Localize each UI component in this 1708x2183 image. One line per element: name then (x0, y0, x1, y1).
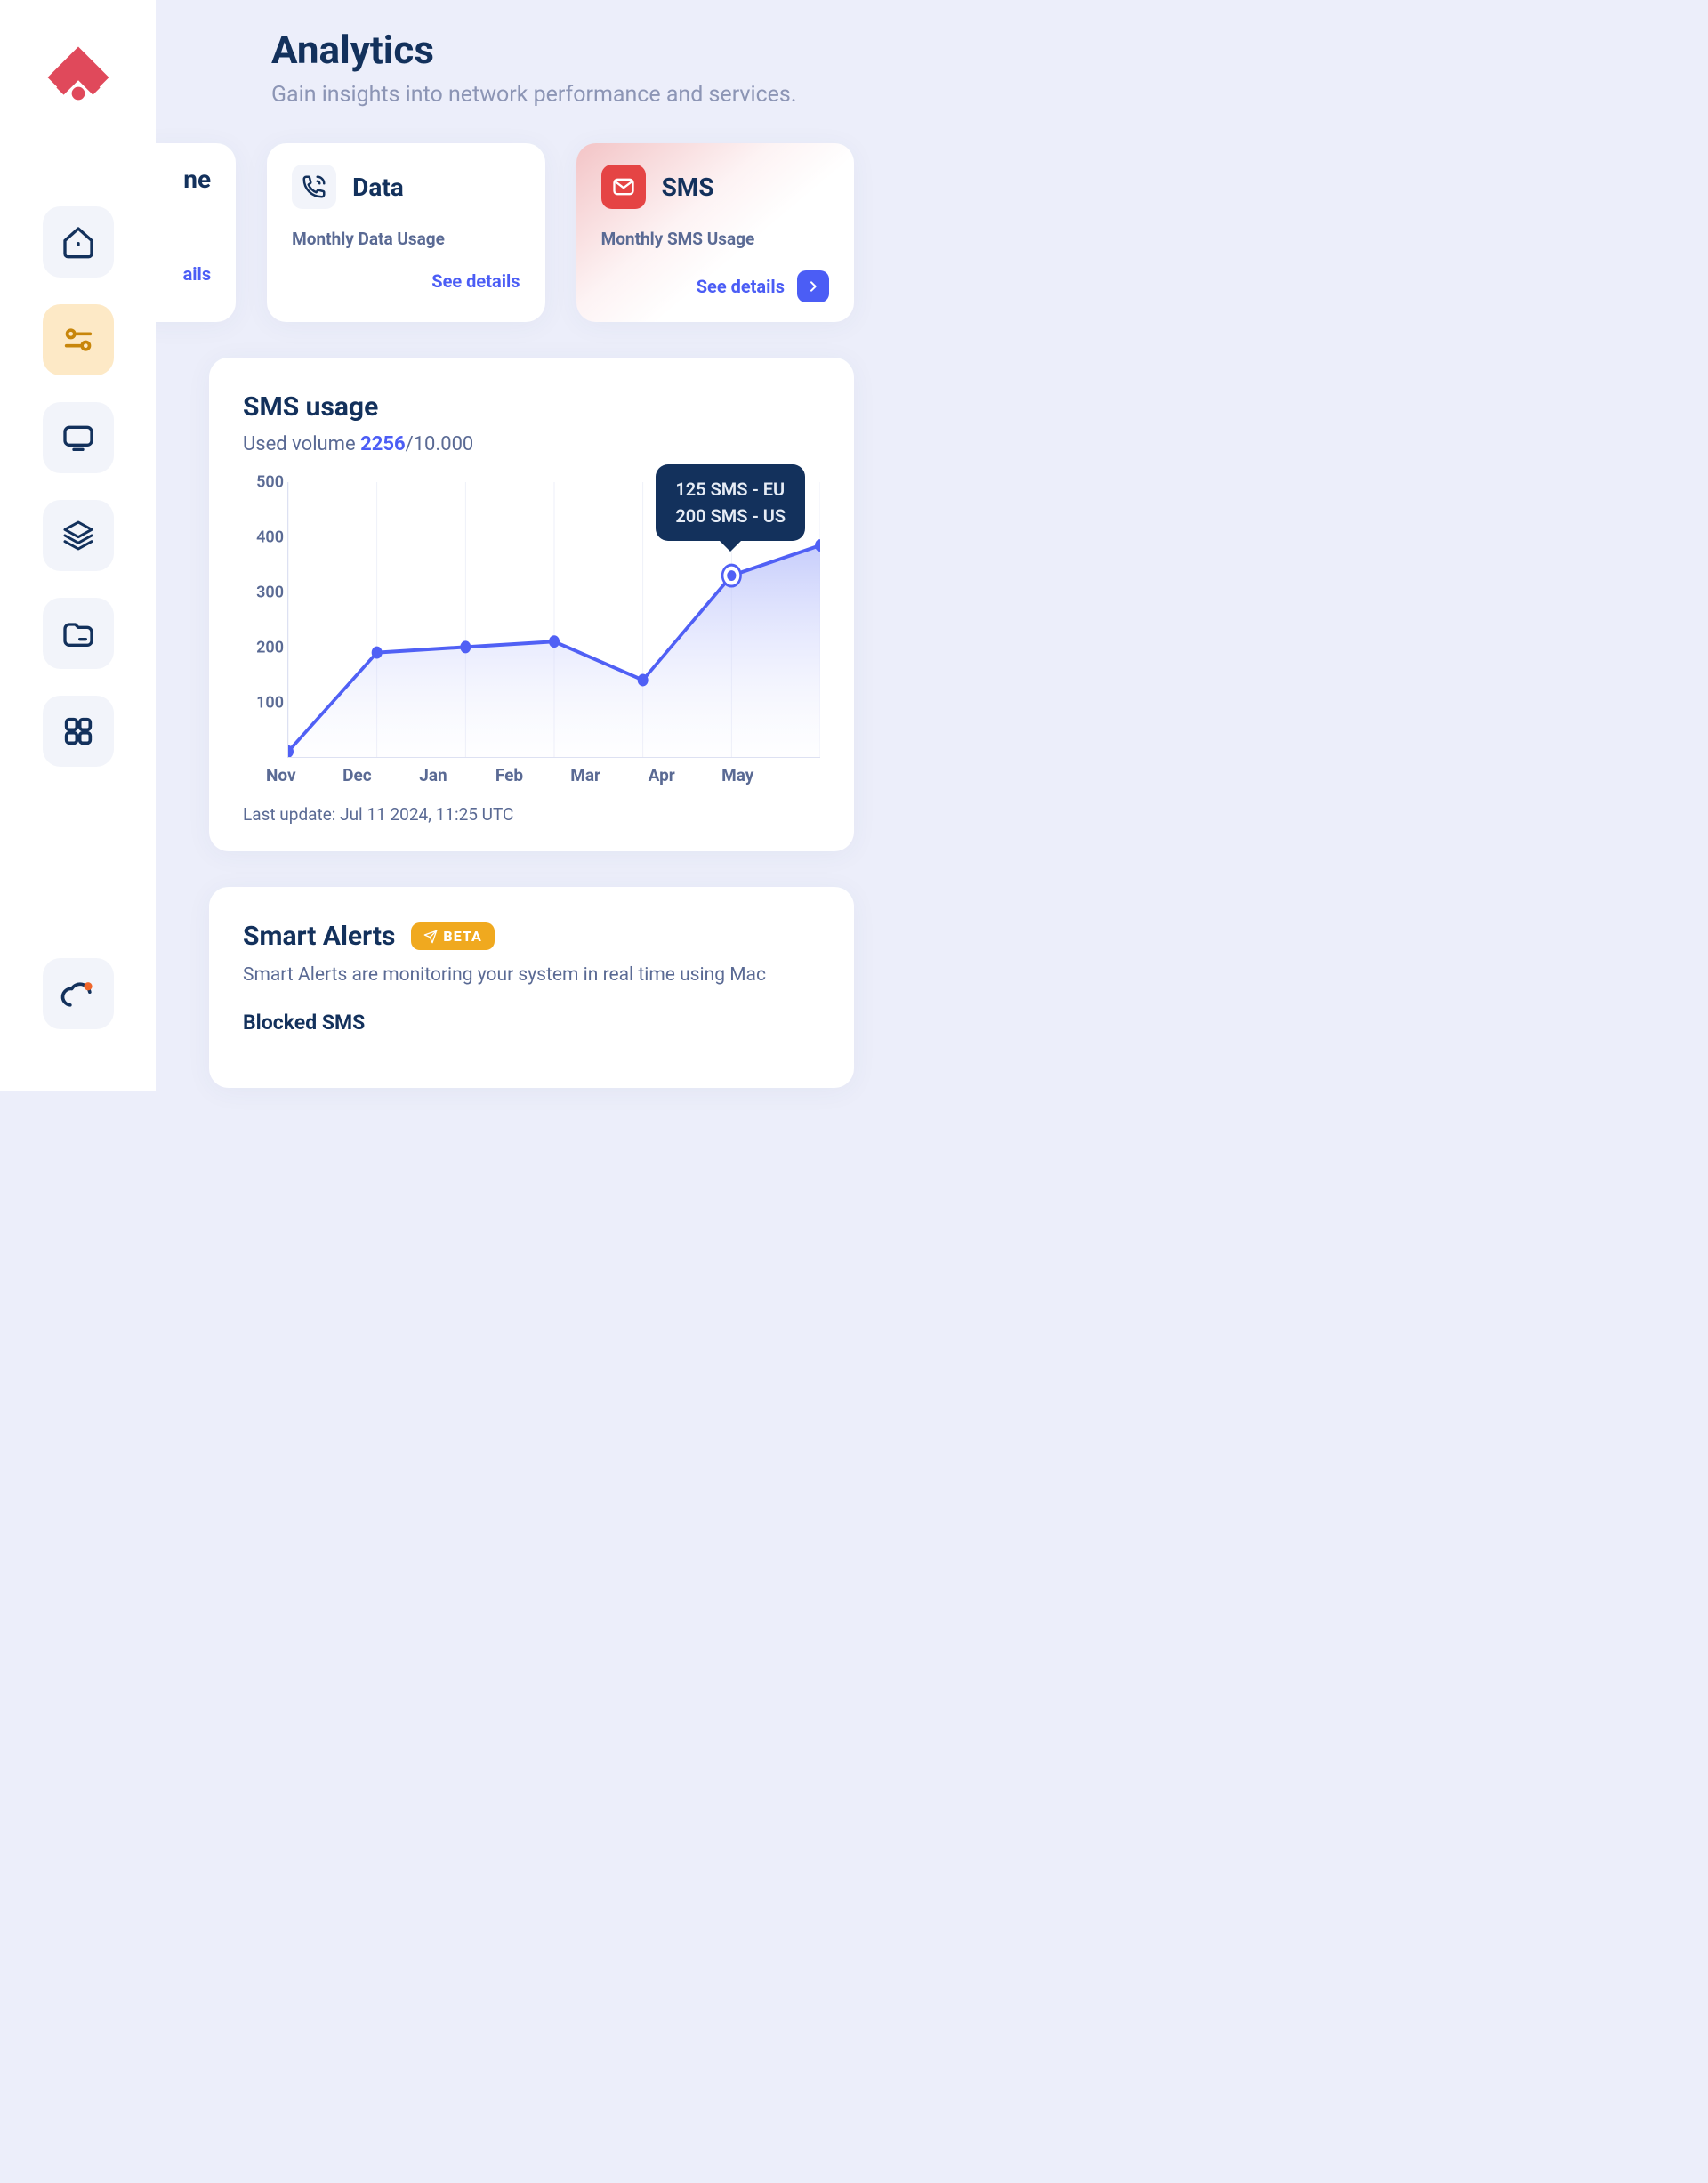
envelope-icon (601, 165, 646, 209)
main-content: Analytics Gain insights into network per… (156, 0, 854, 1088)
phone-icon (292, 165, 336, 209)
nav-monitor[interactable] (43, 402, 114, 473)
sliders-icon (60, 322, 96, 358)
smart-alerts-panel: Smart Alerts BETA Smart Alerts are monit… (209, 887, 854, 1088)
chart-y-tick: 300 (256, 584, 284, 602)
chart-tooltip-line2: 200 SMS - US (675, 505, 786, 527)
card-airtime-title-fragment: ne (183, 165, 211, 194)
card-sms-subtitle: Monthly SMS Usage (601, 229, 829, 249)
send-icon (423, 930, 438, 944)
chart-y-tick: 400 (256, 528, 284, 547)
card-data-subtitle: Monthly Data Usage (292, 229, 520, 249)
sms-usage-last-update: Last update: Jul 11 2024, 11:25 UTC (243, 804, 820, 825)
sms-usage-used-value: 2256 (360, 433, 406, 455)
card-airtime-details-fragment[interactable]: ails (183, 263, 212, 285)
beta-badge-label: BETA (443, 928, 481, 945)
sms-usage-sub-prefix: Used volume (243, 433, 360, 455)
folder-icon (60, 616, 96, 651)
beta-badge: BETA (411, 922, 494, 950)
summary-cards-row: ne ails Data Monthly Data Usage (131, 143, 854, 322)
apps-icon (60, 713, 96, 749)
cloud-notification-icon (59, 974, 98, 1013)
chevron-right-icon (806, 279, 820, 294)
page-title: Analytics (271, 27, 854, 73)
chart-x-tick: Jan (395, 765, 471, 785)
sms-usage-subtitle: Used volume 2256/10.000 (243, 433, 820, 455)
blocked-sms-title: Blocked SMS (243, 1011, 820, 1035)
sidebar (0, 0, 156, 1092)
nav-apps[interactable] (43, 696, 114, 767)
smart-alerts-title: Smart Alerts (243, 921, 395, 952)
nav-home[interactable] (43, 206, 114, 278)
card-sms-title: SMS (662, 173, 714, 202)
sms-usage-title: SMS usage (243, 391, 820, 423)
chart-tooltip: 125 SMS - EU 200 SMS - US (656, 464, 805, 541)
chart-y-tick: 100 (256, 694, 284, 713)
home-icon (60, 224, 96, 260)
logo-icon (42, 41, 115, 114)
monitor-icon (60, 420, 96, 455)
card-data[interactable]: Data Monthly Data Usage See details (267, 143, 544, 322)
nav-cloud[interactable] (43, 958, 114, 1029)
chart-x-tick: Nov (243, 765, 319, 785)
chart-y-tick: 200 (256, 639, 284, 657)
chart-y-tick: 500 (256, 473, 284, 492)
card-sms-details-link[interactable]: See details (697, 276, 785, 297)
smart-alerts-description: Smart Alerts are monitoring your system … (243, 964, 820, 986)
nav-analytics[interactable] (43, 304, 114, 375)
card-sms-details-button[interactable] (797, 270, 829, 302)
brand-logo (38, 37, 118, 117)
page-subtitle: Gain insights into network performance a… (271, 82, 854, 108)
chart-x-tick: Apr (624, 765, 700, 785)
sms-usage-chart: 100 200 300 400 500 125 SMS - EU 200 SMS - U… (243, 473, 820, 785)
card-data-title: Data (352, 173, 404, 202)
layers-icon (60, 518, 96, 553)
nav-folder[interactable] (43, 598, 114, 669)
chart-tooltip-line1: 125 SMS - EU (675, 479, 786, 500)
chart-x-tick: Feb (471, 765, 548, 785)
nav-layers[interactable] (43, 500, 114, 571)
card-data-details-link[interactable]: See details (431, 270, 520, 292)
card-sms[interactable]: SMS Monthly SMS Usage See details (576, 143, 854, 322)
sms-usage-sub-suffix: /10.000 (406, 433, 474, 455)
chart-x-tick: May (699, 765, 776, 785)
sms-usage-panel: SMS usage Used volume 2256/10.000 100 200… (209, 358, 854, 851)
chart-x-tick: Dec (319, 765, 396, 785)
chart-x-tick: Mar (547, 765, 624, 785)
